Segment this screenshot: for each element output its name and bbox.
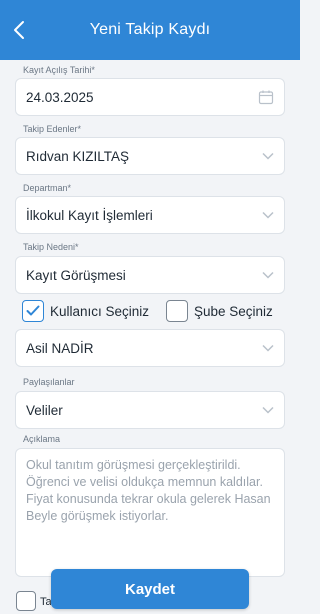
- app-header: Yeni Takip Kaydı: [0, 0, 300, 60]
- date-label: Kayıt Açılış Tarihi*: [23, 65, 95, 75]
- department-label: Departman*: [23, 183, 72, 193]
- date-value: 24.03.2025: [26, 89, 94, 105]
- reason-value: Kayıt Görüşmesi: [26, 267, 126, 283]
- description-label: Açıklama: [23, 434, 61, 444]
- user-select-label: Kullanıcı Seçiniz: [50, 303, 150, 319]
- back-button[interactable]: [9, 18, 29, 42]
- bottom-checkbox[interactable]: [16, 591, 36, 611]
- checkmark-icon: [26, 305, 40, 316]
- shared-with-label: Paylaşılanlar: [23, 377, 75, 387]
- shared-with-select[interactable]: Veliler: [15, 391, 285, 429]
- followers-label: Takip Edenler*: [23, 124, 82, 134]
- chevron-left-icon: [14, 21, 24, 39]
- chevron-down-icon: [262, 152, 274, 160]
- branch-select-checkbox-row[interactable]: Şube Seçiniz: [166, 299, 273, 323]
- chevron-down-icon: [262, 271, 274, 279]
- bottom-checkbox-label: Ta: [40, 596, 51, 608]
- description-textarea[interactable]: Okul tanıtım görüşmesi gerçekleştirildi.…: [15, 448, 285, 577]
- followers-value: Rıdvan KIZILTAŞ: [26, 148, 130, 164]
- department-select[interactable]: İlkokul Kayıt İşlemleri: [15, 196, 285, 234]
- user-select-checkbox-row[interactable]: Kullanıcı Seçiniz: [22, 299, 149, 323]
- save-button[interactable]: Kaydet: [51, 569, 249, 609]
- user-select-checkbox[interactable]: [22, 300, 44, 322]
- page-title: Yeni Takip Kaydı: [89, 21, 211, 38]
- department-value: İlkokul Kayıt İşlemleri: [26, 207, 153, 223]
- chevron-down-icon: [262, 406, 274, 414]
- branch-select-checkbox[interactable]: [166, 300, 188, 322]
- user-select[interactable]: Asil NADİR: [15, 329, 285, 367]
- followers-select[interactable]: Rıdvan KIZILTAŞ: [15, 137, 285, 175]
- date-field[interactable]: 24.03.2025: [15, 78, 285, 116]
- calendar-icon[interactable]: [258, 89, 274, 105]
- reason-select[interactable]: Kayıt Görüşmesi: [15, 256, 285, 294]
- user-value: Asil NADİR: [26, 340, 94, 356]
- chevron-down-icon: [262, 211, 274, 219]
- shared-with-value: Veliler: [26, 402, 63, 418]
- branch-select-label: Şube Seçiniz: [194, 303, 273, 319]
- reason-label: Takip Nedeni*: [23, 242, 79, 252]
- chevron-down-icon: [262, 344, 274, 352]
